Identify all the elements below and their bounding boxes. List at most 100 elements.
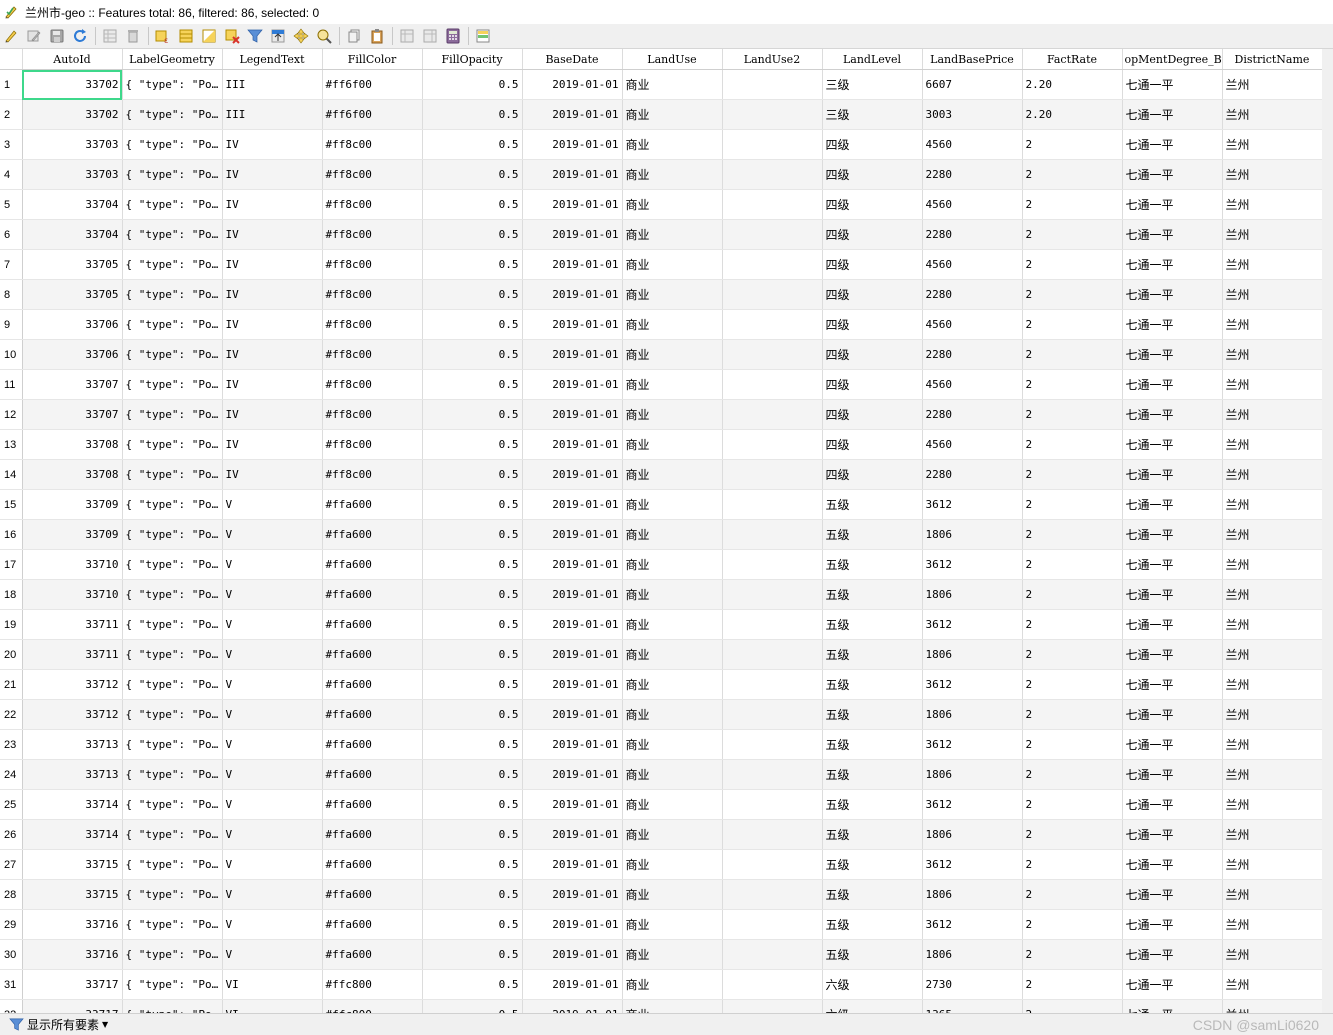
row-number[interactable]: 29 — [0, 909, 23, 940]
cell-fillopacity[interactable]: 0.5 — [422, 759, 523, 790]
move-selection-top-icon[interactable] — [267, 25, 289, 47]
cell-legendtext[interactable]: V — [222, 849, 323, 880]
row-number[interactable]: 19 — [0, 609, 23, 640]
cell-fillcolor[interactable]: #ff8c00 — [322, 339, 423, 370]
cell-basedate[interactable]: 2019-01-01 — [522, 699, 623, 730]
cell-landlevel[interactable]: 五级 — [822, 549, 923, 580]
cell-districtname[interactable]: 兰州 — [1222, 399, 1323, 430]
cell-opmentdegree-bus[interactable]: 七通一平 — [1122, 759, 1223, 790]
cell-legendtext[interactable]: V — [222, 609, 323, 640]
row-number[interactable]: 11 — [0, 369, 23, 400]
cell-landuse[interactable]: 商业 — [622, 609, 723, 640]
conditional-format-icon[interactable] — [472, 25, 494, 47]
cell-landuse[interactable]: 商业 — [622, 789, 723, 820]
row-number[interactable]: 18 — [0, 579, 23, 610]
cell-fillopacity[interactable]: 0.5 — [422, 489, 523, 520]
cell-autoid[interactable]: 33704 — [22, 219, 123, 250]
cell-basedate[interactable]: 2019-01-01 — [522, 339, 623, 370]
cell-fillcolor[interactable]: #ffa600 — [322, 579, 423, 610]
cell-landlevel[interactable]: 四级 — [822, 159, 923, 190]
cell-districtname[interactable]: 兰州 — [1222, 339, 1323, 370]
cell-landuse[interactable]: 商业 — [622, 339, 723, 370]
cell-landbaseprice[interactable]: 3612 — [922, 669, 1023, 700]
cell-landuse2[interactable] — [722, 729, 823, 760]
cell-autoid[interactable]: 33706 — [22, 339, 123, 370]
cell-landbaseprice[interactable]: 4560 — [922, 249, 1023, 280]
row-number[interactable]: 13 — [0, 429, 23, 460]
cell-opmentdegree-bus[interactable]: 七通一平 — [1122, 519, 1223, 550]
cell-landlevel[interactable]: 四级 — [822, 339, 923, 370]
column-header-basedate[interactable]: BaseDate — [522, 49, 623, 70]
cell-opmentdegree-bus[interactable]: 七通一平 — [1122, 339, 1223, 370]
table-row[interactable]: 31 33717{ "type": "Po… VI #ffc800 0.5 2019-01… — [0, 969, 1323, 1000]
cell-factrate[interactable]: 2 — [1022, 909, 1123, 940]
cell-autoid[interactable]: 33716 — [22, 909, 123, 940]
paste-features-icon[interactable] — [366, 25, 388, 47]
cell-landbaseprice[interactable]: 2280 — [922, 159, 1023, 190]
cell-opmentdegree-bus[interactable]: 七通一平 — [1122, 579, 1223, 610]
cell-landuse[interactable]: 商业 — [622, 249, 723, 280]
cell-fillcolor[interactable]: #ffa600 — [322, 639, 423, 670]
cell-factrate[interactable]: 2 — [1022, 339, 1123, 370]
cell-landbaseprice[interactable]: 1365 — [922, 999, 1023, 1014]
cell-factrate[interactable]: 2 — [1022, 459, 1123, 490]
cell-autoid[interactable]: 33703 — [22, 129, 123, 160]
cell-landuse[interactable]: 商业 — [622, 159, 723, 190]
cell-fillopacity[interactable]: 0.5 — [422, 519, 523, 550]
delete-feature-icon[interactable] — [122, 25, 144, 47]
cell-legendtext[interactable]: V — [222, 819, 323, 850]
cell-districtname[interactable]: 兰州 — [1222, 639, 1323, 670]
cell-autoid[interactable]: 33704 — [22, 189, 123, 220]
cell-landbaseprice[interactable]: 1806 — [922, 939, 1023, 970]
cell-basedate[interactable]: 2019-01-01 — [522, 399, 623, 430]
cell-opmentdegree-bus[interactable]: 七通一平 — [1122, 939, 1223, 970]
table-row[interactable]: 8 33705{ "type": "Po… IV #ff8c00 0.5 2019-01-… — [0, 279, 1323, 310]
column-header-landbaseprice[interactable]: LandBasePrice — [922, 49, 1023, 70]
table-row[interactable]: 28 33715{ "type": "Po… V #ffa600 0.5 2019-01-… — [0, 879, 1323, 910]
cell-landuse[interactable]: 商业 — [622, 879, 723, 910]
cell-districtname[interactable]: 兰州 — [1222, 579, 1323, 610]
table-row[interactable]: 15 33709{ "type": "Po… V #ffa600 0.5 2019-01-… — [0, 489, 1323, 520]
cell-fillcolor[interactable]: #ff8c00 — [322, 279, 423, 310]
cell-landlevel[interactable]: 五级 — [822, 909, 923, 940]
cell-landbaseprice[interactable]: 3612 — [922, 549, 1023, 580]
cell-landuse[interactable]: 商业 — [622, 99, 723, 130]
cell-opmentdegree-bus[interactable]: 七通一平 — [1122, 699, 1223, 730]
cell-basedate[interactable]: 2019-01-01 — [522, 99, 623, 130]
table-row[interactable]: 30 33716{ "type": "Po… V #ffa600 0.5 2019-01-… — [0, 939, 1323, 970]
cell-legendtext[interactable]: IV — [222, 159, 323, 190]
cell-fillopacity[interactable]: 0.5 — [422, 909, 523, 940]
table-row[interactable]: 27 33715{ "type": "Po… V #ffa600 0.5 2019-01-… — [0, 849, 1323, 880]
cell-legendtext[interactable]: IV — [222, 279, 323, 310]
cell-autoid[interactable]: 33715 — [22, 879, 123, 910]
column-header-fillopacity[interactable]: FillOpacity — [422, 49, 523, 70]
cell-landbaseprice[interactable]: 2280 — [922, 279, 1023, 310]
cell-landlevel[interactable]: 四级 — [822, 429, 923, 460]
cell-landuse2[interactable] — [722, 489, 823, 520]
cell-labelgeometry[interactable]: { "type": "Po… — [122, 639, 223, 670]
cell-landuse2[interactable] — [722, 459, 823, 490]
cell-fillcolor[interactable]: #ff8c00 — [322, 129, 423, 160]
cell-labelgeometry[interactable]: { "type": "Po… — [122, 249, 223, 280]
cell-labelgeometry[interactable]: { "type": "Po… — [122, 849, 223, 880]
table-row[interactable]: 10 33706{ "type": "Po… IV #ff8c00 0.5 2019-01… — [0, 339, 1323, 370]
cell-basedate[interactable]: 2019-01-01 — [522, 519, 623, 550]
cell-landuse2[interactable] — [722, 309, 823, 340]
cell-autoid[interactable]: 33714 — [22, 819, 123, 850]
cell-factrate[interactable]: 2 — [1022, 819, 1123, 850]
column-header-landuse[interactable]: LandUse — [622, 49, 723, 70]
cell-legendtext[interactable]: VI — [222, 999, 323, 1014]
cell-factrate[interactable]: 2 — [1022, 669, 1123, 700]
cell-fillcolor[interactable]: #ff8c00 — [322, 369, 423, 400]
column-header-landuse2[interactable]: LandUse2 — [722, 49, 823, 70]
cell-legendtext[interactable]: IV — [222, 399, 323, 430]
cell-fillcolor[interactable]: #ff8c00 — [322, 459, 423, 490]
cell-factrate[interactable]: 2 — [1022, 879, 1123, 910]
cell-fillcolor[interactable]: #ffa600 — [322, 609, 423, 640]
cell-landuse[interactable]: 商业 — [622, 519, 723, 550]
cell-opmentdegree-bus[interactable]: 七通一平 — [1122, 729, 1223, 760]
cell-labelgeometry[interactable]: { "type": "Po… — [122, 999, 223, 1014]
cell-opmentdegree-bus[interactable]: 七通一平 — [1122, 669, 1223, 700]
cell-landuse[interactable]: 商业 — [622, 189, 723, 220]
cell-landbaseprice[interactable]: 3612 — [922, 789, 1023, 820]
